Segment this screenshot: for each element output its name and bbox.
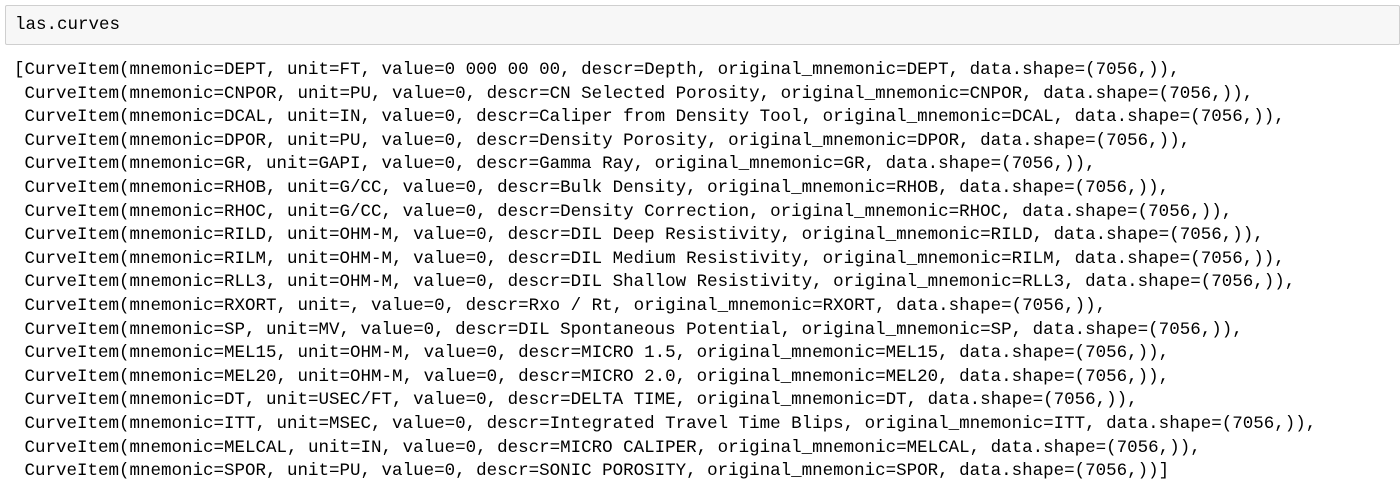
output-line: CurveItem(mnemonic=DCAL, unit=IN, value=…: [14, 107, 1285, 128]
output-line: CurveItem(mnemonic=RILD, unit=OHM-M, val…: [14, 225, 1264, 246]
cell-output-area: [CurveItem(mnemonic=DEPT, unit=FT, value…: [14, 59, 1400, 484]
output-line: CurveItem(mnemonic=SPOR, unit=PU, value=…: [14, 461, 1170, 482]
output-line: CurveItem(mnemonic=DPOR, unit=PU, value=…: [14, 130, 1191, 151]
output-line: CurveItem(mnemonic=SP, unit=MV, value=0,…: [14, 319, 1243, 340]
output-line: CurveItem(mnemonic=CNPOR, unit=PU, value…: [14, 83, 1254, 104]
output-line: [CurveItem(mnemonic=DEPT, unit=FT, value…: [14, 60, 1180, 80]
output-line: CurveItem(mnemonic=MEL20, unit=OHM-M, va…: [14, 366, 1170, 387]
output-line: CurveItem(mnemonic=RILM, unit=OHM-M, val…: [14, 248, 1285, 269]
output-line: CurveItem(mnemonic=RXORT, unit=, value=0…: [14, 295, 1107, 316]
output-line: CurveItem(mnemonic=GR, unit=GAPI, value=…: [14, 154, 1096, 175]
output-line: CurveItem(mnemonic=RLL3, unit=OHM-M, val…: [14, 272, 1296, 293]
output-line: CurveItem(mnemonic=MEL15, unit=OHM-M, va…: [14, 343, 1170, 364]
code-input-cell[interactable]: las.curves: [5, 5, 1400, 45]
output-line: CurveItem(mnemonic=MELCAL, unit=IN, valu…: [14, 437, 1201, 458]
code-input-text[interactable]: las.curves: [15, 15, 120, 35]
output-line: CurveItem(mnemonic=RHOB, unit=G/CC, valu…: [14, 177, 1170, 198]
output-line: CurveItem(mnemonic=DT, unit=USEC/FT, val…: [14, 390, 1138, 411]
output-line: CurveItem(mnemonic=RHOC, unit=G/CC, valu…: [14, 201, 1233, 222]
output-line: CurveItem(mnemonic=ITT, unit=MSEC, value…: [14, 413, 1317, 434]
